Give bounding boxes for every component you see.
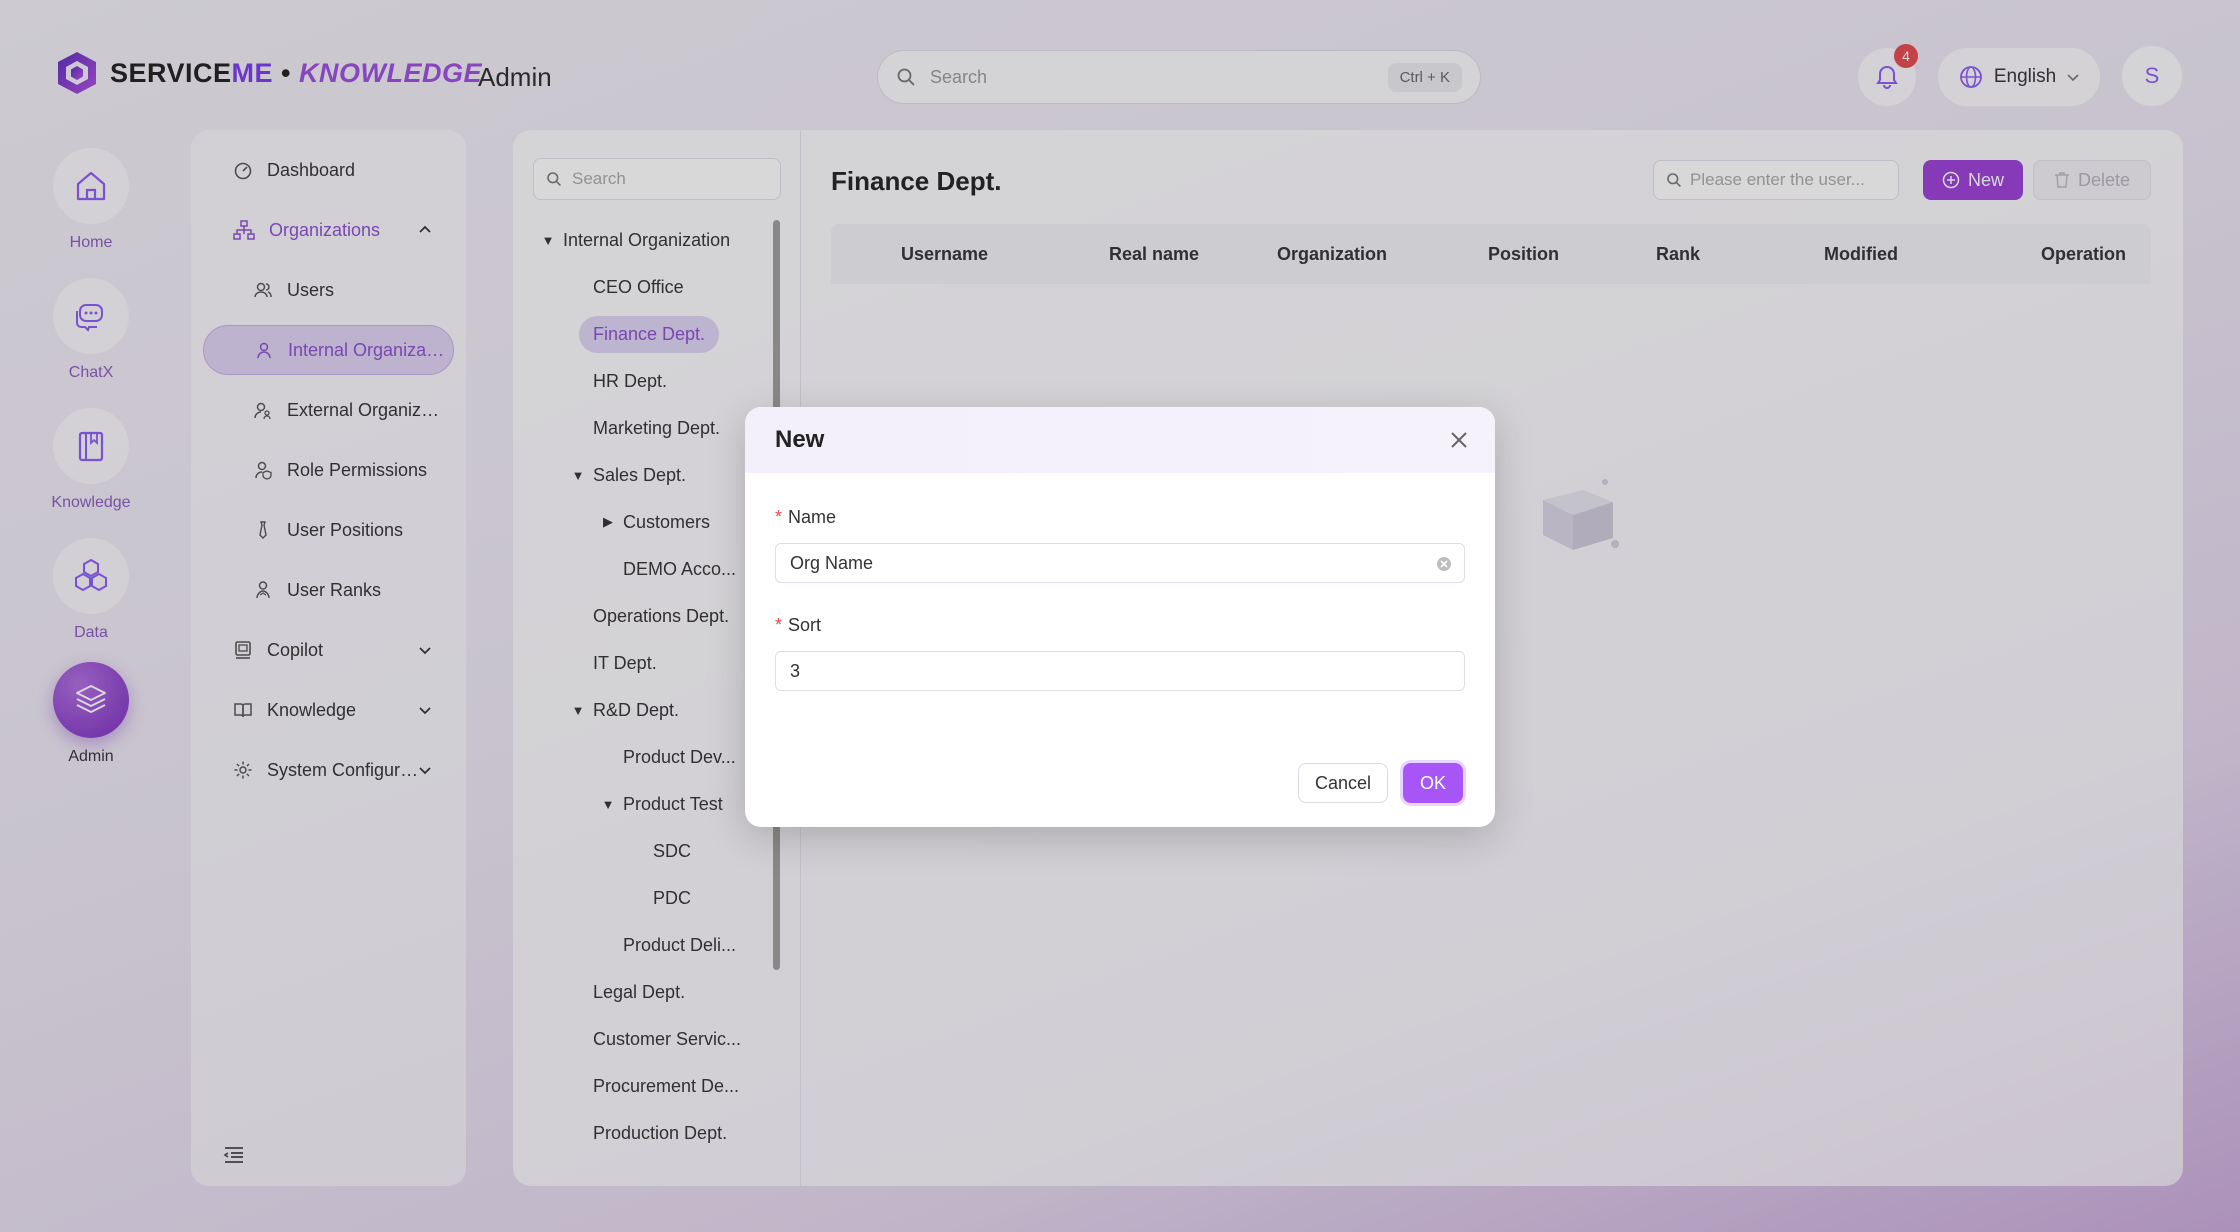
ok-button[interactable]: OK bbox=[1403, 763, 1463, 803]
dialog-header: New bbox=[745, 407, 1495, 473]
name-input-value: Org Name bbox=[790, 552, 874, 573]
name-field-label: * Name bbox=[775, 507, 837, 527]
dialog-title: New bbox=[775, 426, 825, 453]
cancel-button[interactable]: Cancel bbox=[1298, 763, 1388, 803]
close-icon[interactable] bbox=[1447, 428, 1471, 452]
name-input[interactable]: Org Name bbox=[775, 543, 1465, 583]
sort-field-label: * Sort bbox=[775, 615, 822, 635]
clear-input-icon[interactable] bbox=[1436, 556, 1452, 572]
sort-input[interactable]: 3 bbox=[775, 651, 1465, 691]
new-org-dialog: New * Name Org Name * Sort 3 Cancel OK bbox=[745, 407, 1495, 827]
sort-input-value: 3 bbox=[790, 660, 801, 681]
